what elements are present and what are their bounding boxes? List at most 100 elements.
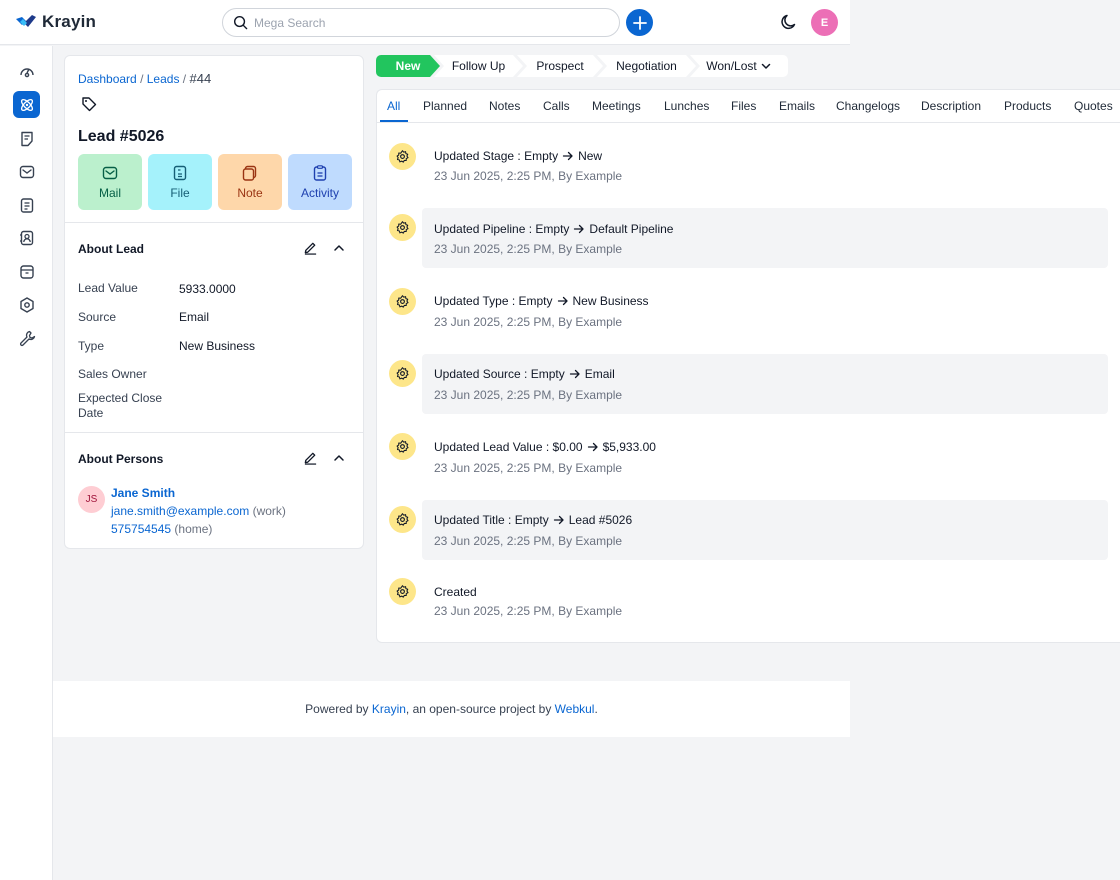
sidebar-item-activities[interactable] bbox=[13, 191, 40, 218]
person-avatar: JS bbox=[78, 486, 105, 513]
activity-new-value: Email bbox=[584, 367, 615, 381]
stage-new[interactable]: New bbox=[376, 55, 440, 77]
sidebar-item-contacts[interactable] bbox=[13, 224, 40, 251]
tab-quotes[interactable]: Quotes bbox=[1074, 99, 1113, 113]
arrow-right-icon bbox=[569, 369, 580, 379]
lead-value-label: Lead Value bbox=[78, 281, 138, 295]
activity-new-value: Lead #5026 bbox=[568, 513, 633, 527]
stage-label: Prospect bbox=[536, 59, 584, 73]
person-name-link[interactable]: Jane Smith bbox=[111, 486, 175, 500]
quotes-icon bbox=[20, 131, 33, 146]
source-value[interactable]: Email bbox=[179, 310, 209, 324]
breadcrumb-separator: / bbox=[182, 72, 187, 86]
activity-type-icon bbox=[389, 506, 416, 533]
footer-suffix: . bbox=[594, 702, 598, 716]
sidebar-item-leads[interactable] bbox=[13, 91, 40, 118]
tab-lunches[interactable]: Lunches bbox=[664, 99, 709, 113]
stage-prospect[interactable]: Prospect bbox=[517, 55, 603, 77]
person-email-type: (work) bbox=[252, 504, 286, 518]
sidebar-item-settings[interactable] bbox=[13, 291, 40, 318]
person-phone-link[interactable]: 575754545 bbox=[111, 522, 171, 536]
tab-meetings[interactable]: Meetings bbox=[592, 99, 641, 113]
activity-new-value: New bbox=[578, 149, 603, 163]
dark-mode-toggle[interactable] bbox=[779, 12, 799, 35]
tab-all[interactable]: All bbox=[387, 99, 400, 113]
arrow-right-icon bbox=[587, 442, 598, 452]
person-email-link[interactable]: jane.smith@example.com bbox=[111, 504, 249, 518]
webkul-link[interactable]: Webkul bbox=[555, 702, 595, 716]
sidebar-item-quotes[interactable] bbox=[13, 125, 40, 152]
activity-entry: Created 23 Jun 2025, 2:25 PM, By Example bbox=[389, 571, 1108, 631]
sidebar-item-products[interactable] bbox=[13, 258, 40, 285]
mega-search[interactable] bbox=[222, 8, 620, 37]
activity-action-button[interactable]: Activity bbox=[288, 154, 352, 210]
about-persons-title: About Persons bbox=[78, 452, 164, 466]
breadcrumb-dashboard[interactable]: Dashboard bbox=[78, 72, 137, 86]
tab-changelogs[interactable]: Changelogs bbox=[836, 99, 900, 113]
wrench-icon bbox=[19, 330, 35, 346]
tab-calls[interactable]: Calls bbox=[543, 99, 570, 113]
sidebar-item-dashboard[interactable] bbox=[13, 58, 40, 85]
search-input[interactable] bbox=[254, 15, 594, 30]
activity-change: Updated Type : Empty bbox=[434, 294, 553, 308]
top-header: Krayin E bbox=[0, 0, 850, 45]
activity-change: Updated Pipeline : Empty bbox=[434, 222, 570, 236]
tab-products[interactable]: Products bbox=[1004, 99, 1051, 113]
tab-planned[interactable]: Planned bbox=[423, 99, 467, 113]
quick-create-button[interactable] bbox=[626, 9, 653, 36]
note-action-label: Note bbox=[237, 186, 263, 200]
tab-notes[interactable]: Notes bbox=[489, 99, 520, 113]
activity-title: Created bbox=[434, 585, 477, 599]
stage-label: Won/Lost bbox=[706, 59, 757, 73]
activity-meta: 23 Jun 2025, 2:25 PM, By Example bbox=[434, 604, 623, 618]
user-avatar[interactable]: E bbox=[811, 9, 838, 36]
plus-icon bbox=[632, 15, 647, 30]
krayin-link[interactable]: Krayin bbox=[372, 702, 406, 716]
tag-icon bbox=[82, 97, 97, 112]
tab-emails[interactable]: Emails bbox=[779, 99, 815, 113]
krayin-logo-icon bbox=[16, 15, 36, 27]
sidebar-item-mail[interactable] bbox=[13, 158, 40, 185]
person-phone-line: 575754545 (home) bbox=[111, 522, 212, 536]
stage-won-lost[interactable]: Won/Lost bbox=[690, 55, 788, 77]
mail-icon bbox=[19, 165, 34, 178]
activity-title: Updated Title : Empty Lead #5026 bbox=[434, 513, 632, 527]
activity-type-icon bbox=[389, 288, 416, 315]
note-action-button[interactable]: Note bbox=[218, 154, 282, 210]
activity-meta: 23 Jun 2025, 2:25 PM, By Example bbox=[434, 461, 623, 475]
activity-meta: 23 Jun 2025, 2:25 PM, By Example bbox=[434, 315, 623, 329]
chevron-up-icon[interactable] bbox=[332, 451, 346, 465]
gear-icon bbox=[396, 440, 409, 453]
person-phone-type: (home) bbox=[174, 522, 213, 536]
activity-meta: 23 Jun 2025, 2:25 PM, By Example bbox=[434, 242, 623, 256]
activity-title: Updated Stage : Empty New bbox=[434, 149, 602, 163]
file-icon bbox=[173, 165, 187, 181]
mail-action-button[interactable]: Mail bbox=[78, 154, 142, 210]
stage-negotiation[interactable]: Negotiation bbox=[597, 55, 696, 77]
type-value[interactable]: New Business bbox=[179, 339, 255, 353]
add-tag-button[interactable] bbox=[81, 96, 97, 115]
tab-files[interactable]: Files bbox=[731, 99, 756, 113]
activity-type-icon bbox=[389, 214, 416, 241]
activity-change: Created bbox=[434, 585, 477, 599]
edit-icon[interactable] bbox=[303, 450, 318, 465]
activity-change: Updated Stage : Empty bbox=[434, 149, 559, 163]
sidebar-item-configuration[interactable] bbox=[13, 324, 40, 351]
divider bbox=[65, 222, 363, 223]
tab-description[interactable]: Description bbox=[921, 99, 981, 113]
lead-value[interactable]: 5933.0000 bbox=[179, 282, 236, 296]
clipboard-icon bbox=[20, 197, 33, 213]
stage-label: Follow Up bbox=[451, 59, 506, 73]
edit-icon[interactable] bbox=[303, 240, 318, 255]
dashboard-icon bbox=[19, 67, 34, 77]
activity-meta: 23 Jun 2025, 2:25 PM, By Example bbox=[434, 169, 623, 183]
chevron-up-icon[interactable] bbox=[332, 241, 346, 255]
file-action-button[interactable]: File bbox=[148, 154, 212, 210]
activity-type-icon bbox=[389, 578, 416, 605]
type-label: Type bbox=[78, 339, 105, 353]
stage-follow-up[interactable]: Follow Up bbox=[434, 55, 523, 77]
krayin-logo[interactable]: Krayin bbox=[14, 12, 96, 32]
breadcrumb-leads[interactable]: Leads bbox=[147, 72, 180, 86]
arrow-right-icon bbox=[562, 151, 573, 161]
breadcrumb-current: #44 bbox=[189, 71, 212, 86]
